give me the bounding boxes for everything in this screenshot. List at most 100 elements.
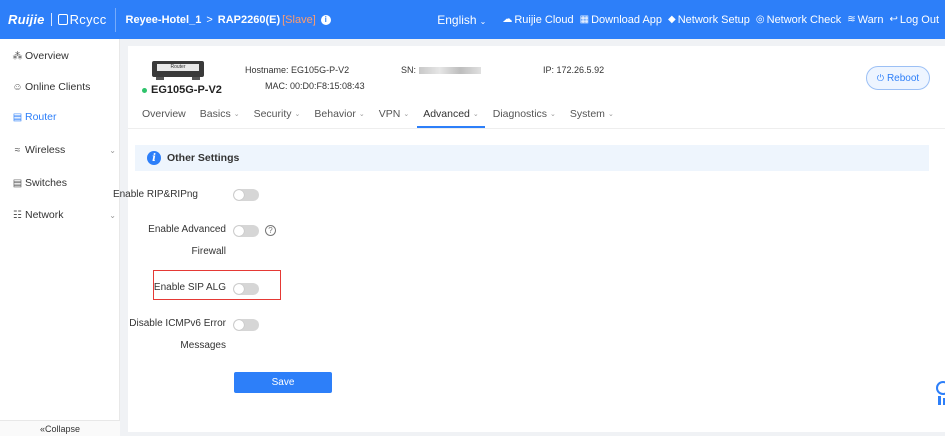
sidebar-item-network[interactable]: ☷ Network ⌄ <box>12 209 116 221</box>
sidebar-item-overview[interactable]: ⁂ Overview <box>12 50 112 62</box>
section-header: i Other Settings <box>135 145 929 171</box>
tab-label: Overview <box>142 108 186 120</box>
chevron-down-icon: ⌄ <box>472 111 479 118</box>
field-label-rip: Enable RIP&RIPng <box>112 189 198 200</box>
mac-label: MAC: <box>265 81 288 91</box>
tab-diagnostics[interactable]: Diagnostics ⌄ <box>493 108 556 128</box>
overview-icon: ⁂ <box>12 50 23 62</box>
chevron-down-icon: ⌄ <box>403 111 410 118</box>
info-icon[interactable]: i <box>320 14 331 25</box>
network-setup-icon: ◆ <box>668 14 676 25</box>
network-setup-link[interactable]: ◆ Network Setup <box>668 14 750 26</box>
tab-label: Advanced <box>423 108 470 120</box>
reyee-logo: Rcycc <box>57 12 107 27</box>
logout-link[interactable]: ↩ Log Out <box>889 14 939 26</box>
tab-advanced[interactable]: Advanced ⌄ <box>417 108 485 128</box>
power-icon: ⏻ <box>876 72 884 83</box>
sidebar-item-label: Network <box>25 209 64 221</box>
network-check-icon: ◎ <box>755 14 765 25</box>
breadcrumb-device[interactable]: RAP2260(E) <box>218 14 280 26</box>
tab-vpn[interactable]: VPN ⌄ <box>379 108 409 128</box>
tab-label: VPN <box>378 108 401 120</box>
sn-row: SN: <box>401 65 482 75</box>
reboot-label: Reboot <box>886 72 920 84</box>
tab-overview[interactable]: Overview <box>142 108 186 128</box>
icmpv6-error-toggle[interactable] <box>233 319 259 331</box>
ruijie-logo: Ruijie <box>8 12 45 27</box>
hostname-value: EG105G-P-V2 <box>291 65 350 75</box>
download-app-link[interactable]: ▦ Download App <box>580 14 662 26</box>
field-label-sip-alg: Enable SIP ALG <box>153 282 226 293</box>
language-label: English <box>437 12 477 27</box>
collapse-sidebar-button[interactable]: «Collapse <box>0 420 120 436</box>
sidebar-item-wireless[interactable]: ≈ Wireless ⌄ <box>12 144 116 156</box>
switch-icon: ▤ <box>12 177 23 189</box>
sn-label: SN: <box>401 65 417 75</box>
tab-basics[interactable]: Basics ⌄ <box>200 108 240 128</box>
top-divider <box>114 7 116 32</box>
collapse-label: Collapse <box>44 423 81 434</box>
router-foot <box>192 77 200 80</box>
logo-divider <box>50 13 52 26</box>
sidebar-item-router[interactable]: ▤ Router <box>12 111 112 123</box>
tab-behavior[interactable]: Behavior ⌄ <box>314 108 364 128</box>
warn-label: Warn <box>857 13 884 26</box>
sidebar-item-label: Online Clients <box>25 81 91 93</box>
assistant-icon[interactable] <box>933 380 945 406</box>
tab-system[interactable]: System ⌄ <box>570 108 614 128</box>
cloud-icon: ☁ <box>502 14 513 25</box>
sip-alg-toggle[interactable] <box>233 283 259 295</box>
rip-ripng-toggle[interactable] <box>233 189 259 201</box>
brand-logo[interactable]: Ruijie Rcycc <box>0 0 107 39</box>
reyee-logo-text: Rcycc <box>69 12 107 27</box>
tab-label: Security <box>253 108 292 120</box>
tab-label: Diagnostics <box>492 108 548 120</box>
top-nav: English ⌄ ☁ Ruijie Cloud ▦ Download App ◆ Ne… <box>437 0 939 39</box>
sidebar-item-label: Router <box>25 111 57 123</box>
device-name: EG105G-P-V2 <box>142 84 222 96</box>
sidebar-item-label: Overview <box>25 50 69 62</box>
field-label-icmpv6: Disable ICMPv6 Error <box>129 318 226 329</box>
advanced-firewall-toggle[interactable] <box>233 225 259 237</box>
download-app-label: Download App <box>591 13 663 26</box>
reyee-mark-icon <box>57 14 68 25</box>
ruijie-cloud-link[interactable]: ☁ Ruijie Cloud <box>502 14 573 26</box>
help-icon[interactable]: ? <box>265 225 276 236</box>
logout-label: Log Out <box>899 13 939 26</box>
chevron-right-icon: > <box>206 13 213 26</box>
tab-security[interactable]: Security ⌄ <box>254 108 301 128</box>
breadcrumb-network[interactable]: Reyee-Hotel_1 <box>126 14 202 26</box>
ip-value: 172.26.5.92 <box>556 65 605 75</box>
save-button[interactable]: Save <box>234 372 332 393</box>
wifi-icon: ≈ <box>14 144 21 156</box>
reboot-button[interactable]: ⏻ Reboot <box>866 66 930 90</box>
language-select[interactable]: English ⌄ <box>437 13 486 27</box>
tab-divider <box>128 128 945 129</box>
qr-code-icon: ▦ <box>579 14 590 25</box>
sidebar-item-label: Wireless <box>25 144 66 156</box>
info-icon: i <box>147 151 161 165</box>
chevron-down-icon: ⌄ <box>358 111 365 118</box>
network-setup-label: Network Setup <box>677 13 750 26</box>
network-check-link[interactable]: ◎ Network Check <box>756 14 841 26</box>
tab-bar: Overview Basics ⌄ Security ⌄ Behavior ⌄ VPN… <box>142 108 628 128</box>
network-check-label: Network Check <box>766 13 842 26</box>
sidebar-item-online-clients[interactable]: ☺ Online Clients <box>12 81 112 93</box>
router-icon: ▤ <box>12 111 23 123</box>
chevron-down-icon: ⌄ <box>479 16 487 26</box>
chevron-down-icon: ⌄ <box>109 210 116 220</box>
sidebar: ⁂ Overview ☺ Online Clients ▤ Router ≈ Wirel… <box>0 39 120 436</box>
section-title: Other Settings <box>167 152 240 164</box>
router-image: Router <box>152 61 204 80</box>
hostname-label: Hostname: <box>245 65 289 75</box>
main-panel: Router EG105G-P-V2 Hostname: EG105G-P-V2… <box>113 46 945 432</box>
chevron-down-icon: ⌄ <box>550 111 556 118</box>
chevron-down-icon: ⌄ <box>109 145 116 155</box>
hostname-row: Hostname: EG105G-P-V2 <box>245 65 349 75</box>
field-label-advanced-firewall: Enable Advanced <box>148 224 226 235</box>
sidebar-item-label: Switches <box>25 177 68 189</box>
warn-link[interactable]: ≋ Warn <box>847 14 883 26</box>
online-status-dot <box>142 87 147 93</box>
sidebar-item-switches[interactable]: ▤ Switches <box>12 177 112 189</box>
device-role-badge: [Slave] <box>282 13 316 26</box>
